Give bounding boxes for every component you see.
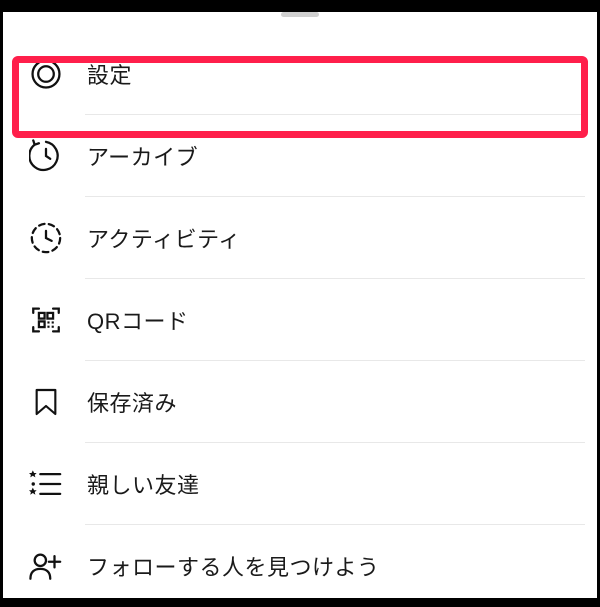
archive-icon (25, 135, 67, 177)
menu-item-settings[interactable]: 設定 (3, 33, 597, 115)
menu-item-discover[interactable]: フォローする人を見つけよう (3, 525, 597, 607)
close-friends-icon (25, 463, 67, 505)
discover-icon (25, 545, 67, 587)
menu-item-saved[interactable]: 保存済み (3, 361, 597, 443)
settings-icon (25, 53, 67, 95)
qrcode-icon (25, 299, 67, 341)
menu-item-qrcode[interactable]: QRコード (3, 279, 597, 361)
saved-icon (25, 381, 67, 423)
menu-label: 保存済み (87, 386, 177, 418)
menu-item-close-friends[interactable]: 親しい友達 (3, 443, 597, 525)
sheet-grabber[interactable] (281, 12, 319, 17)
menu-item-archive[interactable]: アーカイブ (3, 115, 597, 197)
menu-label: フォローする人を見つけよう (87, 550, 380, 582)
menu-list: 設定 アーカイブ アクティビティ (3, 33, 597, 607)
menu-label: 設定 (87, 58, 132, 90)
menu-label: 親しい友達 (87, 468, 200, 500)
menu-label: アクティビティ (87, 222, 241, 254)
menu-label: アーカイブ (87, 140, 198, 172)
activity-icon (25, 217, 67, 259)
bottom-sheet: 設定 アーカイブ アクティビティ (3, 12, 597, 598)
menu-item-activity[interactable]: アクティビティ (3, 197, 597, 279)
menu-label: QRコード (87, 304, 189, 336)
